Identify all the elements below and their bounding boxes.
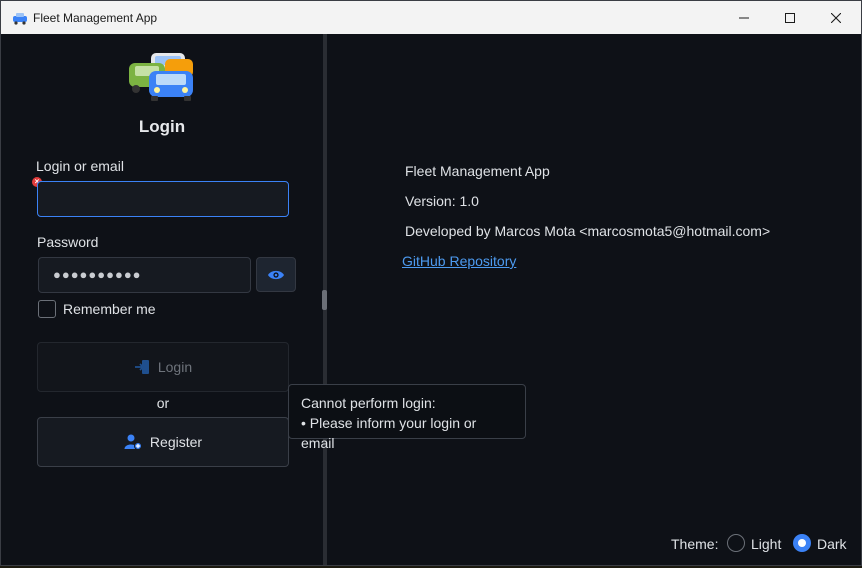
tooltip-title: Cannot perform login: (301, 395, 436, 411)
or-separator: or (156, 395, 170, 411)
password-input[interactable]: ●●●●●●●●●● (38, 257, 251, 293)
login-door-icon (134, 360, 149, 374)
github-repository-link[interactable]: GitHub Repository (402, 253, 516, 269)
minimize-button[interactable] (721, 1, 767, 34)
theme-dark-label: Dark (817, 536, 847, 552)
tooltip-message: • Please inform your login or email (301, 415, 477, 451)
close-icon (831, 12, 841, 23)
app-window: Fleet Management App Login Login or emai… (0, 0, 862, 566)
window-title: Fleet Management App (33, 11, 158, 25)
about-developer: Developed by Marcos Mota <marcosmota5@ho… (405, 223, 771, 239)
remember-me-label: Remember me (63, 301, 156, 317)
theme-light-label: Light (751, 536, 782, 552)
theme-dark-radio[interactable] (793, 534, 811, 552)
add-user-icon (124, 434, 142, 450)
login-label: Login or email (36, 158, 124, 174)
login-button[interactable]: Login (37, 342, 289, 392)
theme-light-radio[interactable] (727, 534, 745, 552)
login-heading: Login (138, 117, 186, 136)
about-version: Version: 1.0 (405, 193, 479, 209)
login-error-tooltip: Cannot perform login: • Please inform yo… (288, 384, 526, 451)
theme-label: Theme: (671, 536, 719, 552)
register-button[interactable]: Register (37, 417, 289, 467)
remember-me-checkbox[interactable] (38, 300, 56, 318)
about-app-name: Fleet Management App (405, 163, 550, 179)
login-button-label: Login (157, 359, 193, 375)
fleet-cars-logo-icon (129, 53, 193, 101)
minimize-icon (739, 17, 749, 18)
password-label: Password (37, 234, 99, 250)
eye-icon (268, 270, 284, 279)
car-app-icon (13, 13, 27, 25)
about-panel: Fleet Management App Version: 1.0 Develo… (327, 34, 861, 565)
password-value: ●●●●●●●●●● (53, 267, 142, 282)
register-button-label: Register (149, 434, 203, 450)
close-button[interactable] (813, 1, 859, 34)
maximize-button[interactable] (767, 1, 813, 34)
login-email-input[interactable] (37, 181, 289, 217)
title-bar[interactable]: Fleet Management App (1, 1, 861, 34)
maximize-icon (785, 12, 795, 23)
login-panel: Login Login or email × Password ●●●●●●●●… (1, 34, 323, 565)
show-password-button[interactable] (256, 257, 296, 292)
